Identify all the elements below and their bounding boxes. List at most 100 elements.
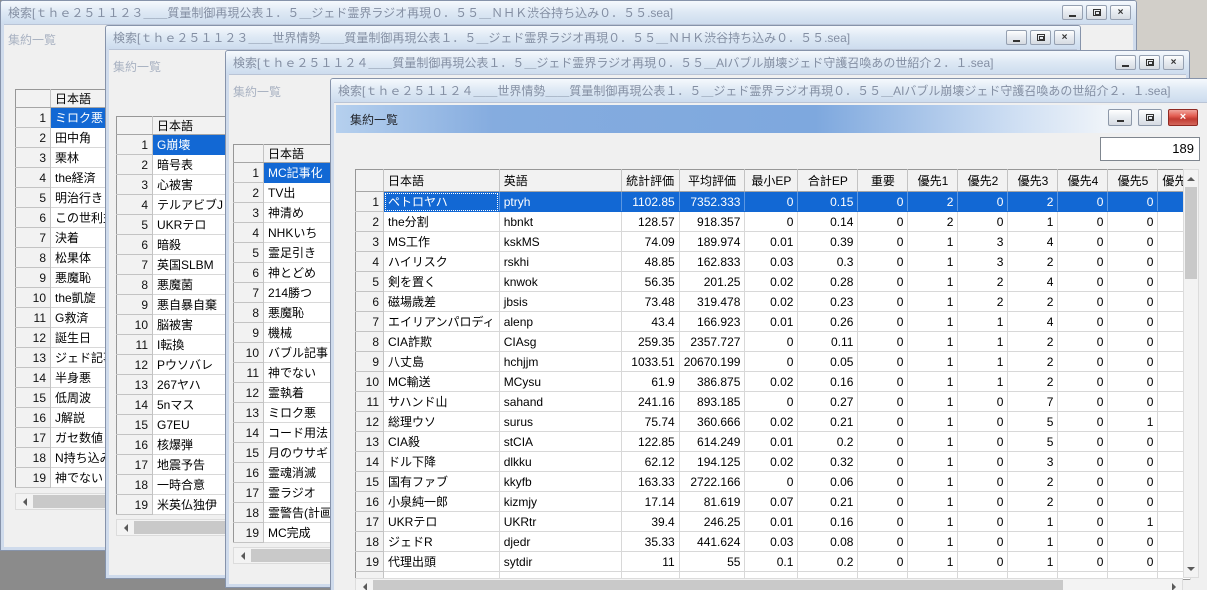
table-cell[interactable]: 0 [1108,232,1158,252]
table-cell[interactable]: 1 [908,352,958,372]
table-cell[interactable]: 128.57 [621,212,679,232]
table-cell[interactable]: 2 [1008,372,1058,392]
table-cell[interactable]: stCIA [499,432,621,452]
table-cell[interactable]: 319.478 [679,292,745,312]
table-cell[interactable]: サハンド山 [384,392,500,412]
table-cell[interactable]: 0 [745,472,798,492]
table-cell[interactable]: 1 [958,352,1008,372]
table-cell[interactable]: sahand [499,392,621,412]
table-cell[interactable]: dlkku [499,452,621,472]
table-cell[interactable]: 0 [1058,212,1108,232]
row-number[interactable]: 2 [117,155,153,175]
table-row[interactable]: 13CIA殺stCIA122.85614.2490.010.2010500 [356,432,1191,452]
row-number[interactable]: 7 [234,283,264,303]
row-number[interactable]: 18 [117,475,153,495]
table-cell[interactable]: 0 [1058,292,1108,312]
table-cell[interactable]: 0 [858,412,908,432]
row-number[interactable]: 2 [16,128,51,148]
table-cell[interactable]: 0 [1058,432,1108,452]
list-item[interactable]: 16核爆弾 [117,435,243,455]
table-cell[interactable]: 0.05 [798,352,858,372]
table-cell[interactable]: 0 [858,552,908,572]
table-cell[interactable]: 0 [1058,232,1108,252]
table-cell[interactable]: 総理ウソ [384,412,500,432]
table-cell[interactable]: 1 [1008,212,1058,232]
table-cell[interactable]: 剣を置く [384,272,500,292]
corner-header[interactable] [117,117,153,135]
table-cell[interactable]: 0 [1108,472,1158,492]
table-cell[interactable]: 0 [858,252,908,272]
panel-caption[interactable]: 集約一覧 [8,31,56,48]
table-cell[interactable]: the分割 [384,212,500,232]
scroll-down-button[interactable] [1184,561,1198,577]
titlebar[interactable]: 検索[ｔｈｅ２５１１２３＿＿質量制御再現公表１．５＿ジェド霊界ラジオ再現０．５５… [1,1,1136,24]
table-cell[interactable]: 0.06 [798,472,858,492]
column-header[interactable]: 優先5 [1108,170,1158,192]
row-number[interactable]: 12 [117,355,153,375]
table-cell[interactable]: 小泉純一郎 [384,492,500,512]
table-cell[interactable]: 0 [858,352,908,372]
table-cell[interactable]: 5 [1008,412,1058,432]
table-cell[interactable]: 163.33 [621,472,679,492]
table-cell[interactable]: 0 [1058,312,1108,332]
table-cell[interactable]: 0.16 [798,372,858,392]
row-number[interactable]: 3 [117,175,153,195]
table-cell[interactable]: 0 [1108,192,1158,212]
table-cell[interactable]: 0 [1108,212,1158,232]
column-header[interactable]: 合計EP [798,170,858,192]
column-header[interactable]: 最小EP [745,170,798,192]
row-number[interactable]: 15 [16,388,51,408]
corner-header[interactable] [356,170,384,192]
table-cell[interactable]: 1 [958,372,1008,392]
row-number[interactable]: 16 [16,408,51,428]
table-cell[interactable]: 0.28 [798,272,858,292]
table-cell[interactable]: 4 [1008,272,1058,292]
table-cell[interactable]: 0 [858,472,908,492]
table-cell[interactable]: 0.1 [745,552,798,572]
table-cell[interactable]: 2 [958,272,1008,292]
table-cell[interactable]: 0 [958,512,1008,532]
table-cell[interactable]: ドル下降 [384,452,500,472]
table-cell[interactable]: 2 [1008,352,1058,372]
table-cell[interactable]: 0 [745,192,798,212]
table-cell[interactable]: CIA殺 [384,432,500,452]
list-item[interactable]: 19米英仏独伊 [117,495,243,515]
table-cell[interactable]: UKRテロ [384,512,500,532]
row-number[interactable]: 11 [16,308,51,328]
table-cell[interactable]: 441.624 [679,532,745,552]
row-number[interactable]: 1 [356,192,384,212]
row-number[interactable]: 13 [234,403,264,423]
row-number[interactable]: 7 [117,255,153,275]
table-cell[interactable]: 1 [908,512,958,532]
table-cell[interactable]: 0 [1058,392,1108,412]
row-number[interactable]: 1 [16,108,51,128]
table-cell[interactable]: 0 [1108,272,1158,292]
table-cell[interactable]: 201.25 [679,272,745,292]
table-cell[interactable]: 1 [908,552,958,572]
table-cell[interactable]: 0.02 [745,292,798,312]
table-cell[interactable]: 1 [1108,512,1158,532]
table-cell[interactable]: 0.16 [798,512,858,532]
table-cell[interactable]: 0 [1108,392,1158,412]
table-cell[interactable]: 2 [908,192,958,212]
table-cell[interactable]: 0 [858,212,908,232]
row-number[interactable]: 4 [356,252,384,272]
table-cell[interactable]: 893.185 [679,392,745,412]
table-row[interactable]: 1ペトロヤハptryh1102.857352.33300.15020200 [356,192,1191,212]
row-number[interactable]: 14 [16,368,51,388]
table-cell[interactable]: 2722.166 [679,472,745,492]
table-cell[interactable]: 0.01 [745,232,798,252]
table-cell[interactable]: 1 [908,372,958,392]
table-cell[interactable]: 0 [958,392,1008,412]
table-cell[interactable]: 0 [858,392,908,412]
table-cell[interactable]: UKRtr [499,512,621,532]
row-number[interactable]: 17 [117,455,153,475]
row-number[interactable]: 3 [16,148,51,168]
row-number[interactable]: 12 [234,383,264,403]
scrollbar-thumb[interactable] [373,580,1063,590]
table-cell[interactable]: 0.02 [745,452,798,472]
table-cell[interactable]: 0 [858,432,908,452]
table-cell[interactable]: 0.08 [798,532,858,552]
table-cell[interactable]: 0.02 [745,372,798,392]
table-cell[interactable]: 0 [1058,332,1108,352]
